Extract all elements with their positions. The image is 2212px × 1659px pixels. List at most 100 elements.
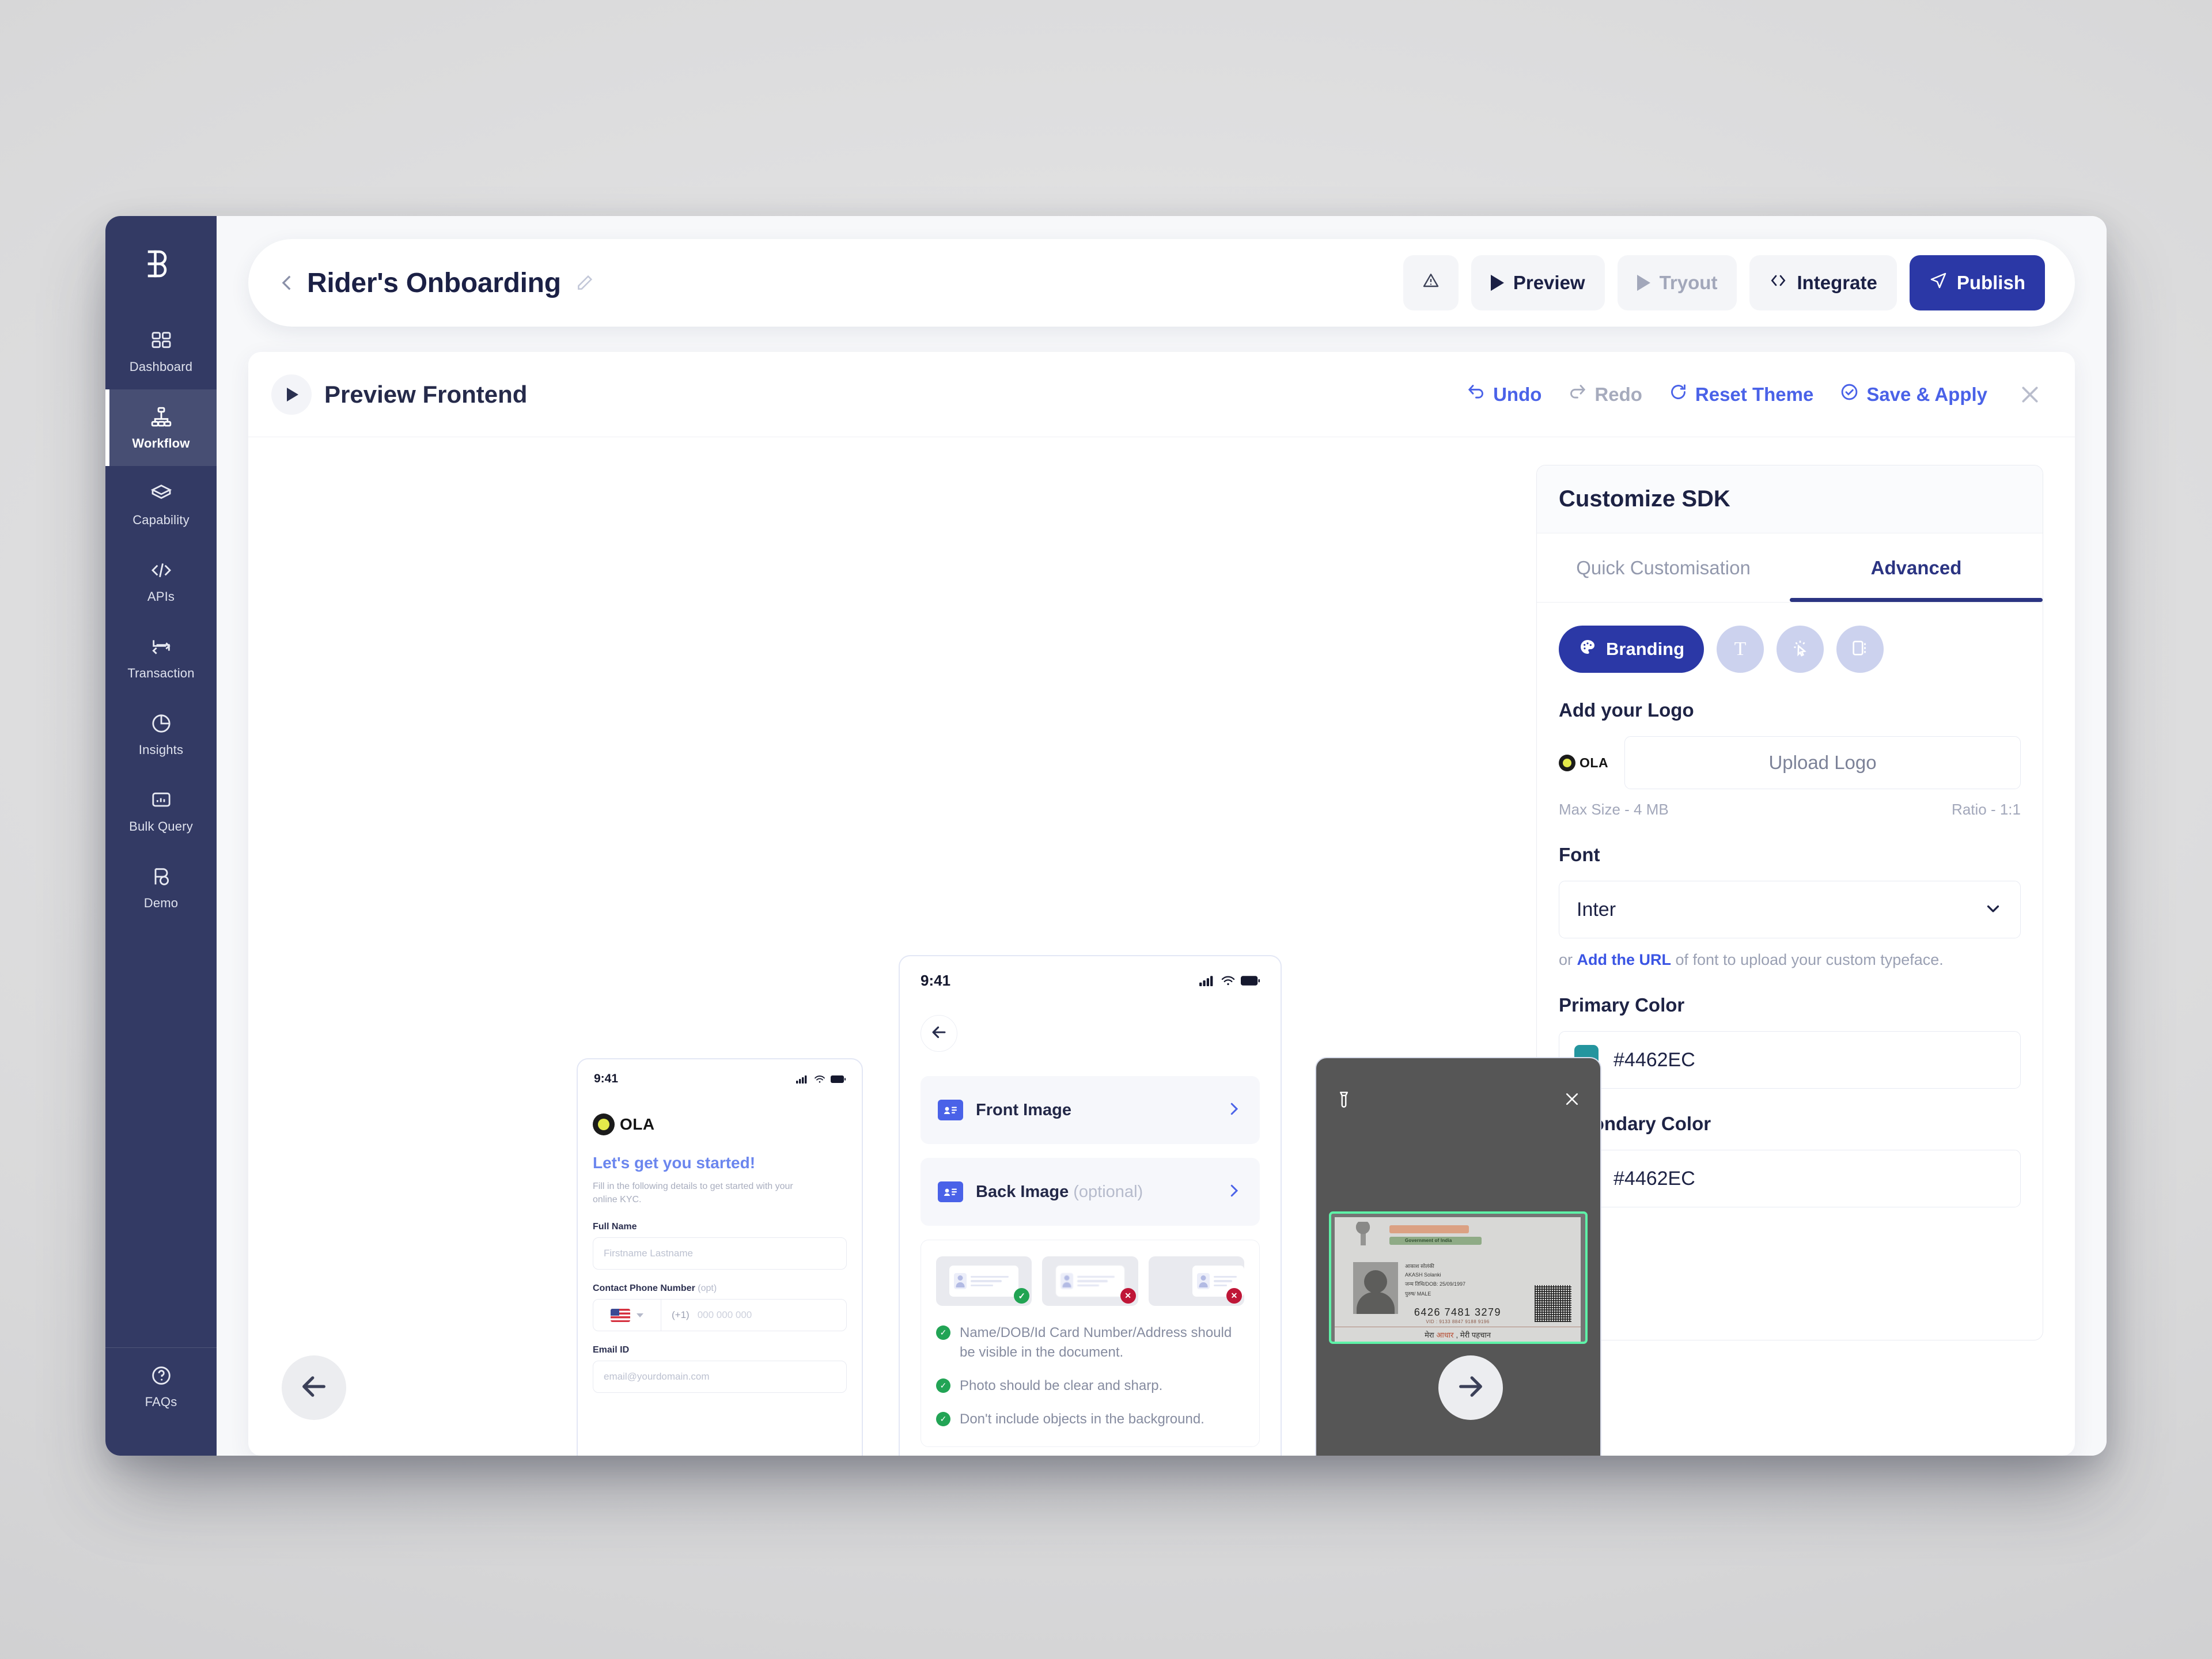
capability-icon bbox=[149, 481, 174, 506]
full-name-input[interactable]: Firstname Lastname bbox=[593, 1237, 847, 1270]
sidebar-item-transaction[interactable]: Transaction bbox=[105, 619, 217, 696]
preview-button-label: Preview bbox=[1513, 272, 1585, 293]
font-select[interactable]: Inter bbox=[1559, 881, 2021, 938]
bureau-logo-icon[interactable] bbox=[141, 244, 181, 284]
secondary-color-hex: #4462EC bbox=[1613, 1167, 1695, 1190]
sidebar-nav: Dashboard Workflow Capability APIs Trans… bbox=[105, 313, 217, 926]
add-logo-label: Add your Logo bbox=[1559, 699, 1694, 721]
publish-button[interactable]: Publish bbox=[1909, 255, 2045, 310]
font-value: Inter bbox=[1577, 898, 1616, 921]
next-screen-button[interactable] bbox=[1438, 1355, 1503, 1420]
us-flag-icon bbox=[611, 1308, 630, 1322]
category-layout[interactable] bbox=[1836, 626, 1884, 673]
id-name-en: AKASH Solanki bbox=[1405, 1272, 1441, 1278]
sidebar-item-label: Capability bbox=[132, 513, 190, 527]
preview-header: Preview Frontend Undo Redo Reset Theme S bbox=[248, 352, 2075, 437]
font-url-note: or Add the URL of font to upload your cu… bbox=[1559, 951, 2021, 969]
id-slogan-b: आधार bbox=[1436, 1330, 1454, 1339]
secondary-color-field[interactable]: #4462EC bbox=[1559, 1150, 2021, 1207]
back-button[interactable] bbox=[921, 1015, 957, 1052]
previous-screen-button[interactable] bbox=[282, 1355, 346, 1420]
demo-icon bbox=[149, 864, 174, 889]
font-label: Font bbox=[1559, 844, 1600, 865]
tip-text: Name/DOB/Id Card Number/Address should b… bbox=[960, 1325, 1232, 1361]
sidebar-item-demo[interactable]: Demo bbox=[105, 849, 217, 926]
integrate-button[interactable]: Integrate bbox=[1749, 255, 1897, 310]
status-time: 9:41 bbox=[594, 1072, 619, 1085]
palette-icon bbox=[1578, 638, 1597, 661]
category-typography[interactable]: T bbox=[1717, 626, 1764, 673]
sidebar-item-dashboard[interactable]: Dashboard bbox=[105, 313, 217, 389]
pencil-icon[interactable] bbox=[574, 272, 596, 294]
undo-button[interactable]: Undo bbox=[1467, 382, 1541, 406]
primary-color-field[interactable]: #4462EC bbox=[1559, 1031, 2021, 1089]
undo-icon bbox=[1467, 382, 1486, 406]
aadhaar-card-image: Government of India आकाश सोलंकी AKASH So… bbox=[1335, 1217, 1581, 1342]
tip-thumb-blurry: ✕ bbox=[1042, 1256, 1138, 1306]
sidebar-item-label: Bulk Query bbox=[129, 819, 193, 834]
id-gov-text: Government of India bbox=[1405, 1238, 1452, 1243]
country-code-value: (+1) bbox=[672, 1309, 690, 1321]
sidebar-item-bulk-query[interactable]: Bulk Query bbox=[105, 772, 217, 849]
status-icons bbox=[796, 1075, 846, 1084]
max-size-label: Max Size - 4 MB bbox=[1559, 801, 1669, 818]
category-branding[interactable]: Branding bbox=[1559, 626, 1705, 673]
sidebar-item-apis[interactable]: APIs bbox=[105, 543, 217, 619]
id-slogan: मेरा आधार , मेरी पहचान bbox=[1335, 1327, 1581, 1342]
save-apply-button[interactable]: Save & Apply bbox=[1840, 382, 1987, 406]
sdk-tabs: Quick Customisation Advanced bbox=[1537, 533, 2043, 603]
id-slogan-a: मेरा bbox=[1425, 1330, 1434, 1339]
publish-button-label: Publish bbox=[1956, 272, 2025, 293]
chevron-down-icon bbox=[1983, 899, 2003, 921]
category-interaction[interactable] bbox=[1777, 626, 1824, 673]
id-gender: पुरुष/ MALE bbox=[1405, 1291, 1431, 1297]
sidebar-item-capability[interactable]: Capability bbox=[105, 466, 217, 543]
redaction-bar bbox=[1389, 1225, 1469, 1233]
reset-theme-button[interactable]: Reset Theme bbox=[1669, 382, 1813, 406]
phone-input[interactable]: (+1) 000 000 000 bbox=[593, 1299, 847, 1332]
country-code-selector[interactable] bbox=[593, 1300, 661, 1331]
sidebar-item-label: Workflow bbox=[132, 436, 190, 450]
preview-frontend-card: Preview Frontend Undo Redo Reset Theme S bbox=[248, 352, 2075, 1456]
upload-logo-button[interactable]: Upload Logo bbox=[1624, 736, 2021, 789]
tip-thumb-good: ✓ bbox=[936, 1256, 1032, 1306]
current-logo: OLA bbox=[1559, 754, 1608, 771]
sidebar-item-label: Demo bbox=[143, 896, 179, 910]
add-url-link[interactable]: Add the URL bbox=[1577, 951, 1671, 968]
sidebar-item-faqs[interactable]: FAQs bbox=[105, 1348, 217, 1425]
sidebar-item-label: FAQs bbox=[145, 1395, 177, 1409]
close-icon[interactable] bbox=[1563, 1090, 1581, 1111]
tip-thumb-cropped: ✕ bbox=[1148, 1256, 1244, 1306]
sidebar-item-workflow[interactable]: Workflow bbox=[105, 389, 217, 466]
tab-quick-customisation[interactable]: Quick Customisation bbox=[1537, 533, 1790, 602]
id-capture-frame: Government of India आकाश सोलंकी AKASH So… bbox=[1329, 1211, 1588, 1344]
layout-icon bbox=[1850, 638, 1870, 661]
warning-button[interactable] bbox=[1403, 255, 1459, 310]
phone-stage: 9:41 OLA Let's get you started! Fill in … bbox=[248, 465, 1601, 1456]
check-icon: ✓ bbox=[936, 1412, 950, 1427]
status-bar: 9:41 bbox=[578, 1059, 862, 1094]
sidebar-item-label: Insights bbox=[138, 743, 184, 757]
back-image-optional-tag: (optional) bbox=[1073, 1182, 1143, 1201]
logo-constraints: Max Size - 4 MB Ratio - 1:1 bbox=[1559, 801, 2021, 819]
tab-advanced[interactable]: Advanced bbox=[1790, 533, 2043, 602]
flashlight-icon[interactable] bbox=[1336, 1090, 1352, 1111]
tryout-button[interactable]: Tryout bbox=[1617, 255, 1737, 310]
sdk-panel-title: Customize SDK bbox=[1559, 486, 1730, 512]
front-image-row[interactable]: Front Image bbox=[921, 1076, 1260, 1144]
customize-sdk-panel: Customize SDK Quick Customisation Advanc… bbox=[1536, 465, 2043, 1340]
redo-button[interactable]: Redo bbox=[1568, 382, 1642, 406]
play-button[interactable] bbox=[271, 374, 312, 415]
signal-icon bbox=[1199, 975, 1213, 986]
close-icon[interactable] bbox=[2017, 382, 2043, 407]
email-input[interactable]: email@yourdomain.com bbox=[593, 1361, 847, 1393]
preview-title: Preview Frontend bbox=[324, 380, 528, 408]
phone-placeholder: 000 000 000 bbox=[697, 1309, 752, 1321]
back-image-row[interactable]: Back Image (optional) bbox=[921, 1158, 1260, 1226]
play-icon bbox=[1637, 275, 1650, 291]
preview-button[interactable]: Preview bbox=[1471, 255, 1605, 310]
reset-icon bbox=[1669, 382, 1688, 406]
sidebar-item-insights[interactable]: Insights bbox=[105, 696, 217, 772]
chevron-left-icon[interactable] bbox=[275, 270, 300, 296]
chevron-right-icon bbox=[1225, 1100, 1243, 1120]
